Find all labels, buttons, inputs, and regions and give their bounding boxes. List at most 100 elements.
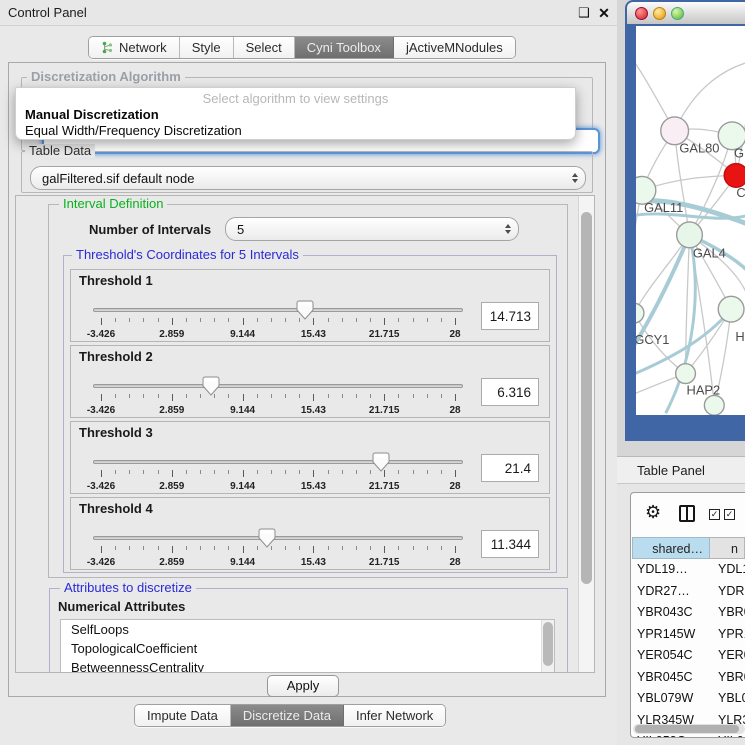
tab-discretize-data[interactable]: Discretize Data [231,705,344,726]
column-header-name[interactable]: n [710,537,745,559]
threshold-label: Threshold 4 [79,501,153,516]
slider-thumb[interactable] [258,528,276,548]
threshold-coordinates-group: Threshold's Coordinates for 5 Intervals … [63,255,557,573]
attributes-scrollbar[interactable] [541,620,554,673]
threshold-value-field[interactable]: 11.344 [481,530,539,558]
table-row[interactable]: YPR145WYPR1 [632,624,745,646]
number-of-intervals-combobox[interactable]: 5 [225,217,519,241]
network-window-titlebar [627,2,745,24]
table-panel-area: ⚙ ✓ ✓ shared… n YDL19…YDL1YDR27…YDR2YBR0… [617,484,745,745]
table-row[interactable]: YBR045CYBR0 [632,667,745,689]
algorithm-option[interactable]: Equal Width/Frequency Discretization [16,123,575,139]
network-icon [101,41,114,54]
tab-cyni-toolbox[interactable]: Cyni Toolbox [295,37,394,58]
threshold-slider[interactable]: -3.4262.8599.14415.4321.71528 [93,528,463,570]
cell-name: YPR1 [710,624,745,646]
zoom-traffic-light-icon[interactable] [671,7,684,20]
table-row[interactable]: YDR27…YDR2 [632,581,745,603]
tab-jactivemnodules[interactable]: jActiveMNodules [394,37,515,58]
minimize-traffic-light-icon[interactable] [653,7,666,20]
node-label: H [735,329,744,344]
settings-scrollbar-thumb[interactable] [581,212,592,584]
float-window-icon[interactable]: ❑ [575,0,593,26]
slider-track[interactable] [93,536,463,540]
tab-impute-data[interactable]: Impute Data [135,705,231,726]
slider-tick-labels: -3.4262.8599.14415.4321.71528 [101,329,455,341]
cell-shared-name: YBR045C [632,667,710,689]
threshold-slider[interactable]: -3.4262.8599.14415.4321.71528 [93,376,463,418]
settings-scrollbar[interactable] [578,196,594,672]
table-panel-titlebar: Table Panel [617,456,745,484]
columns-icon[interactable] [679,505,695,522]
attributes-scrollbar-thumb[interactable] [543,622,553,666]
slider-ticks [101,546,455,554]
table-data-group-title: Table Data [25,144,95,158]
network-node[interactable] [704,395,724,415]
numerical-attributes-list[interactable]: SelfLoopsTopologicalCoefficientBetweenne… [60,619,555,673]
select-all-checkbox-icon[interactable]: ✓ [709,509,720,520]
tab-infer-network[interactable]: Infer Network [344,705,445,726]
close-window-icon[interactable]: ✕ [595,0,613,26]
threshold-panel: Threshold 1 -3.4262.8599.14415.4321.7152… [70,269,550,342]
interval-definition-group: Interval Definition Number of Intervals … [48,204,568,578]
network-node[interactable] [676,364,696,384]
settings-content: Interval Definition Number of Intervals … [16,196,578,672]
threshold-coordinates-title: Threshold's Coordinates for 5 Intervals [72,248,303,262]
table-horizontal-scrollbar-thumb[interactable] [635,725,739,733]
slider-thumb[interactable] [372,452,390,472]
deselect-all-checkbox-icon[interactable]: ✓ [724,509,735,520]
table-horizontal-scrollbar[interactable] [633,724,745,734]
table-row[interactable]: YBR043CYBR0 [632,602,745,624]
attribute-item[interactable]: TopologicalCoefficient [61,639,554,658]
network-node[interactable] [724,164,745,188]
threshold-slider[interactable]: -3.4262.8599.14415.4321.71528 [93,300,463,342]
slider-tick-labels: -3.4262.8599.14415.4321.71528 [101,481,455,493]
slider-track[interactable] [93,308,463,312]
tab-label: Discretize Data [243,705,331,726]
gear-icon[interactable]: ⚙ [645,502,661,523]
tab-label: Cyni Toolbox [307,37,381,58]
threshold-value-field[interactable]: 21.4 [481,454,539,482]
network-node[interactable] [636,303,644,323]
attributes-group-title: Attributes to discretize [60,581,196,595]
slider-tick-labels: -3.4262.8599.14415.4321.71528 [101,405,455,417]
table-header-row: shared… n [632,537,745,559]
attribute-item[interactable]: SelfLoops [61,620,554,639]
threshold-panel: Threshold 4 -3.4262.8599.14415.4321.7152… [70,497,550,570]
threshold-value-field[interactable]: 14.713 [481,302,539,330]
table-data-combobox[interactable]: galFiltered.sif default node [30,166,586,190]
node-label: GCY1 [636,332,669,347]
apply-button[interactable]: Apply [267,675,339,697]
column-header-shared-name[interactable]: shared… [632,537,710,559]
table-toolbar: ⚙ ✓ ✓ [631,493,745,537]
tab-style[interactable]: Style [180,37,234,58]
network-node[interactable] [718,296,744,322]
cell-name: YER0 [710,645,745,667]
network-node[interactable] [677,222,703,248]
cell-name: YDR2 [710,581,745,603]
tab-select[interactable]: Select [234,37,295,58]
table-row[interactable]: YDL19…YDL1 [632,559,745,581]
slider-track[interactable] [93,460,463,464]
algorithm-option[interactable]: Manual Discretization [16,107,575,123]
network-canvas[interactable]: GAL80GCGAL11GAL4GCY1HHAP2 [636,26,745,415]
table-data-group: galFiltered.sif default node [21,151,593,193]
node-label: GAL11 [644,200,683,215]
slider-thumb[interactable] [202,376,220,396]
cell-shared-name: YBR043C [632,602,710,624]
tab-network[interactable]: Network [89,37,180,58]
table-row[interactable]: YBL079WYBL0 [632,688,745,710]
node-label: HAP2 [687,382,721,397]
table-row[interactable]: YER054CYER0 [632,645,745,667]
tab-label: Impute Data [147,705,218,726]
control-panel-window: Control Panel ❑ ✕ NetworkStyleSelectCyni… [0,0,617,745]
threshold-slider[interactable]: -3.4262.8599.14415.4321.71528 [93,452,463,494]
slider-thumb[interactable] [296,300,314,320]
threshold-panel: Threshold 2 -3.4262.8599.14415.4321.7152… [70,345,550,418]
attribute-item[interactable]: BetweennessCentrality [61,658,554,673]
threshold-label: Threshold 2 [79,349,153,364]
close-traffic-light-icon[interactable] [635,7,648,20]
slider-track[interactable] [93,384,463,388]
threshold-value-field[interactable]: 6.316 [481,378,539,406]
cell-shared-name: YDR27… [632,581,710,603]
